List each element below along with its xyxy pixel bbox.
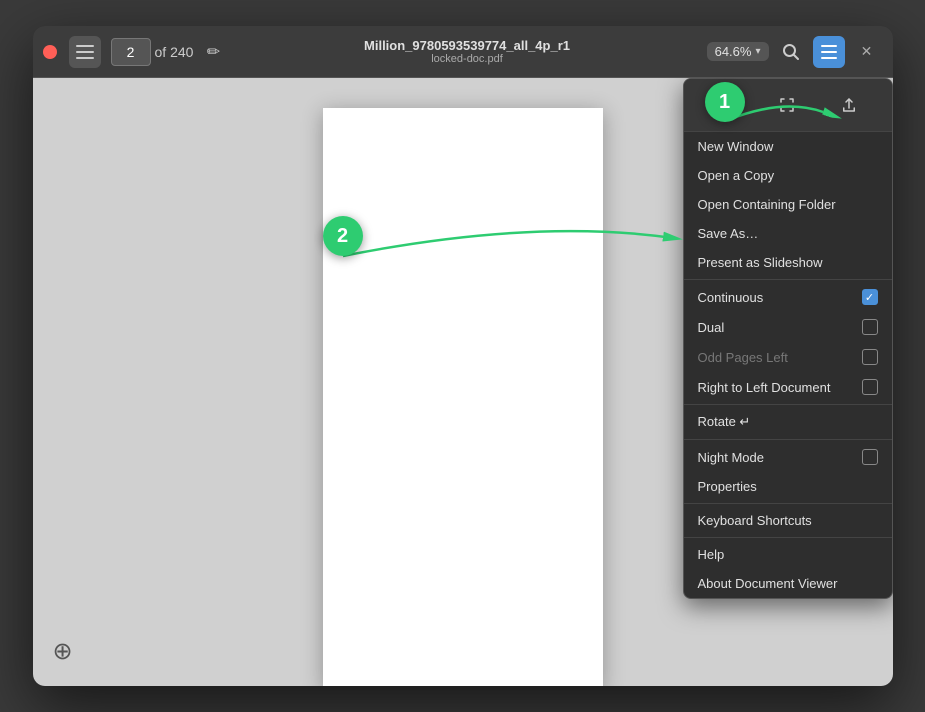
menu-item-save-as[interactable]: Save As… bbox=[684, 219, 892, 248]
zoom-chevron-icon: ▾ bbox=[755, 46, 760, 57]
menu-separator bbox=[684, 404, 892, 405]
page-input[interactable] bbox=[111, 38, 151, 66]
dropdown-menu: New WindowOpen a CopyOpen Containing Fol… bbox=[683, 78, 893, 599]
pdf-page bbox=[323, 108, 603, 686]
hamburger-icon bbox=[821, 45, 837, 59]
page-navigation: of 240 bbox=[111, 38, 194, 66]
checkbox-right-to-left-document[interactable] bbox=[862, 379, 878, 395]
sidebar-toggle-button[interactable] bbox=[69, 36, 101, 68]
menu-item-continuous[interactable]: Continuous bbox=[684, 282, 892, 312]
search-button[interactable] bbox=[775, 36, 807, 68]
checkbox-continuous[interactable] bbox=[862, 289, 878, 305]
document-subtitle: locked-doc.pdf bbox=[233, 53, 700, 65]
menu-item-right-to-left-document[interactable]: Right to Left Document bbox=[684, 372, 892, 402]
menu-item-odd-pages-left: Odd Pages Left bbox=[684, 342, 892, 372]
menu-item-new-window[interactable]: New Window bbox=[684, 132, 892, 161]
menu-item-properties[interactable]: Properties bbox=[684, 472, 892, 501]
edit-button[interactable]: ✏ bbox=[199, 38, 227, 66]
menu-separator bbox=[684, 537, 892, 538]
titlebar: of 240 ✏ Million_9780593539774_all_4p_r1… bbox=[33, 26, 893, 78]
title-area: Million_9780593539774_all_4p_r1 locked-d… bbox=[233, 38, 700, 65]
menu-item-open-containing-folder[interactable]: Open Containing Folder bbox=[684, 190, 892, 219]
menu-item-help[interactable]: Help bbox=[684, 540, 892, 569]
main-window: of 240 ✏ Million_9780593539774_all_4p_r1… bbox=[33, 26, 893, 686]
page-of-label: of 240 bbox=[155, 44, 194, 60]
checkbox-night-mode[interactable] bbox=[862, 449, 878, 465]
menu-item-open-a-copy[interactable]: Open a Copy bbox=[684, 161, 892, 190]
zoom-selector[interactable]: 64.6% ▾ bbox=[707, 42, 769, 61]
menu-item-night-mode[interactable]: Night Mode bbox=[684, 442, 892, 472]
compass-icon: ⊕ bbox=[53, 637, 73, 666]
hamburger-menu-button[interactable] bbox=[813, 36, 845, 68]
main-content-area: ⊕ bbox=[33, 78, 893, 686]
document-title: Million_9780593539774_all_4p_r1 bbox=[233, 38, 700, 53]
checkbox-dual[interactable] bbox=[862, 319, 878, 335]
sidebar-icon bbox=[76, 43, 94, 61]
fullscreen-icon bbox=[778, 96, 796, 114]
search-icon bbox=[782, 43, 800, 61]
annotation-circle-2: 2 bbox=[323, 216, 363, 256]
window-close-button[interactable]: ✕ bbox=[851, 36, 883, 68]
menu-item-rotate-[interactable]: Rotate ↵ bbox=[684, 407, 892, 437]
menu-item-keyboard-shortcuts[interactable]: Keyboard Shortcuts bbox=[684, 506, 892, 535]
close-button[interactable] bbox=[43, 45, 57, 59]
share-button[interactable] bbox=[831, 87, 867, 123]
menu-item-about-document-viewer[interactable]: About Document Viewer bbox=[684, 569, 892, 598]
menu-item-present-as-slideshow[interactable]: Present as Slideshow bbox=[684, 248, 892, 277]
menu-separator bbox=[684, 439, 892, 440]
annotation-circle-1: 1 bbox=[705, 82, 745, 122]
checkbox-odd-pages-left[interactable] bbox=[862, 349, 878, 365]
menu-items-list: New WindowOpen a CopyOpen Containing Fol… bbox=[684, 132, 892, 598]
menu-item-dual[interactable]: Dual bbox=[684, 312, 892, 342]
menu-separator bbox=[684, 279, 892, 280]
fullscreen-button[interactable] bbox=[769, 87, 805, 123]
zoom-level: 64.6% bbox=[715, 44, 752, 59]
share-icon bbox=[840, 96, 858, 114]
menu-separator bbox=[684, 503, 892, 504]
